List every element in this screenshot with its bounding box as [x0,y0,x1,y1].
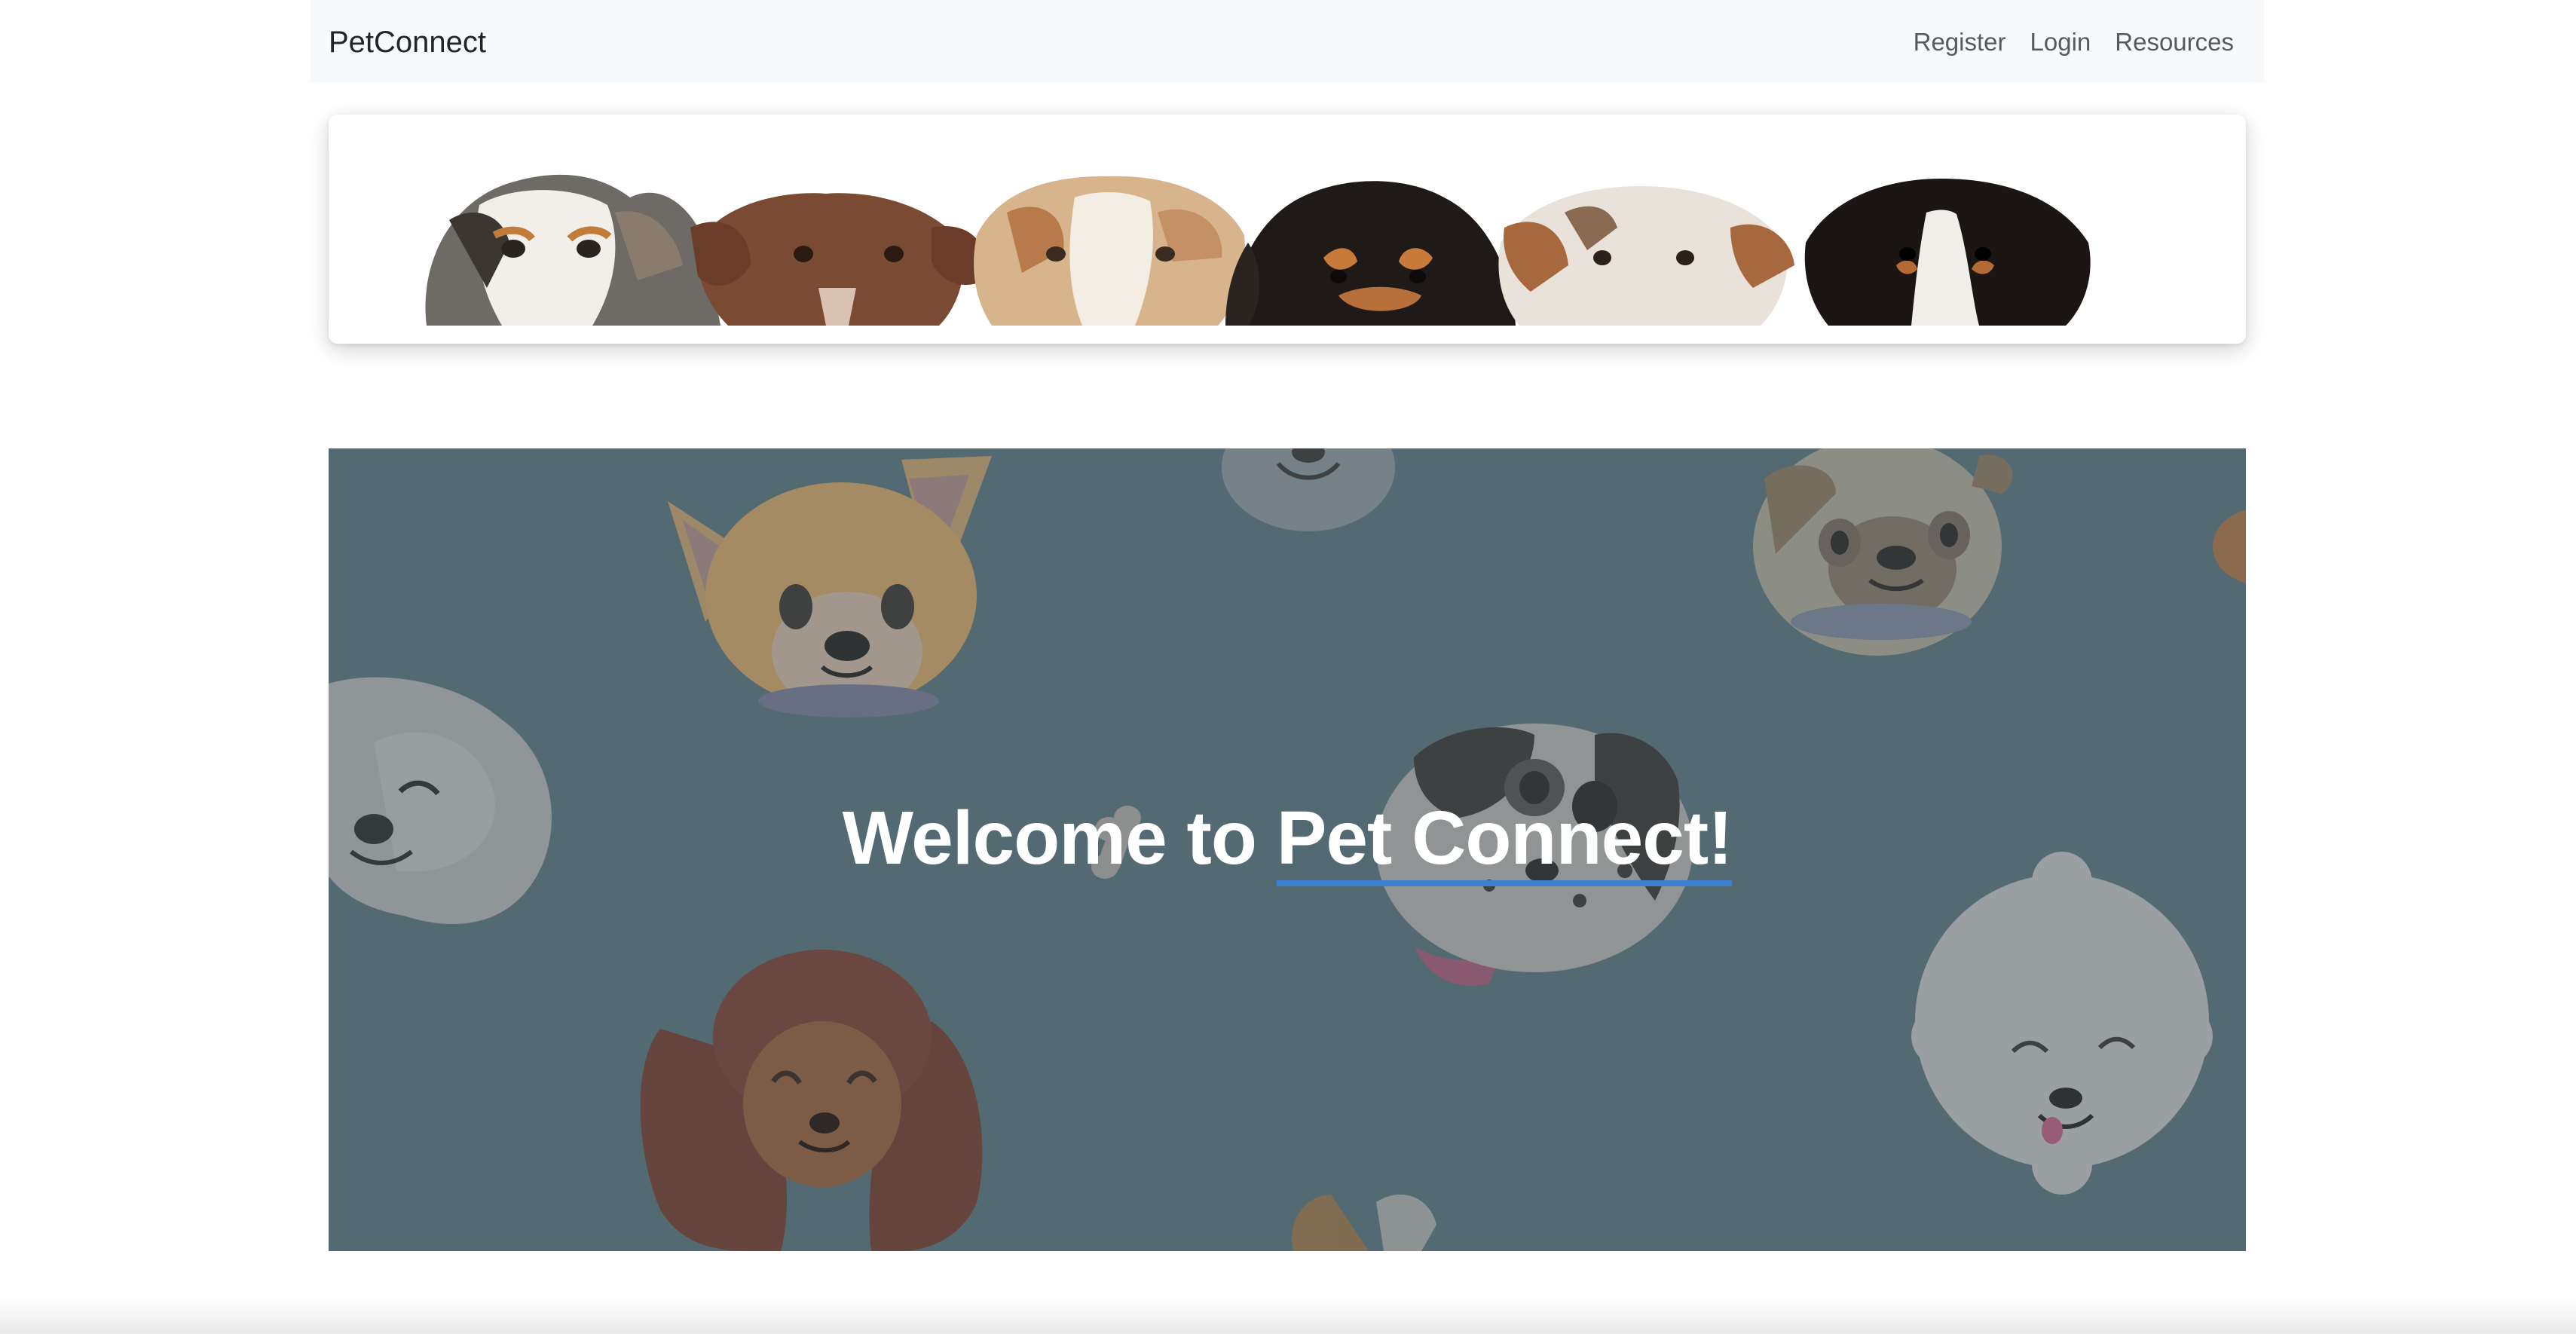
nav-link-resources[interactable]: Resources [2115,28,2234,57]
chihuahua-illustration [668,456,992,717]
tricolor-dog-image [1804,179,2091,326]
pug-illustration [1753,448,2013,656]
fluffy-white-dog-illustration [1911,852,2213,1195]
nav-link-register[interactable]: Register [1914,28,2006,57]
nav-link-login[interactable]: Login [2030,28,2091,57]
hero-title-prefix: Welcome to [842,796,1277,880]
spaniel-illustration [640,950,983,1251]
red-merle-dog-image [974,176,1245,326]
hero-title: Welcome to Pet Connect! [329,795,2246,886]
brown-dog-image [690,193,986,326]
bottom-fade-shadow [0,1296,2576,1334]
merle-dog-image [425,174,720,326]
dog-illustration-top [1222,448,1395,531]
dog-banner-image [425,174,2091,326]
dog-banner-card [329,115,2246,344]
hero-section: Welcome to Pet Connect! [329,448,2246,1251]
hero-title-highlight: Pet Connect! [1276,796,1733,886]
dog-illustration-bottom [1292,1195,1436,1251]
top-navbar: PetConnect Register Login Resources [311,0,2264,83]
cavalier-dog-image [1225,181,1516,326]
nav-links: Register Login Resources [1914,0,2234,84]
brand-logo-link[interactable]: PetConnect [329,0,486,84]
dog-illustration-right-edge [2213,509,2246,583]
terrier-dog-image [1498,186,1794,326]
